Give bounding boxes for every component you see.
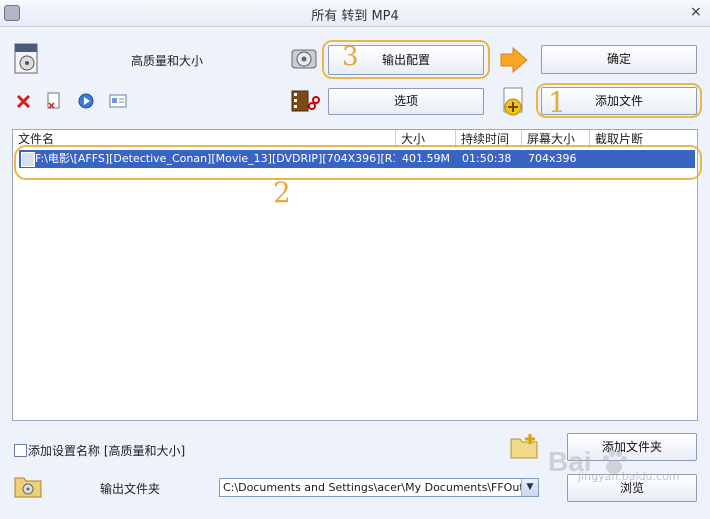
profile-label: 高质量和大小 xyxy=(131,54,204,68)
output-config-icon xyxy=(290,46,320,72)
delete-icon[interactable] xyxy=(16,93,32,109)
file-list[interactable]: 文件名 大小 持续时间 屏幕大小 截取片断 F:\电影\[AFFS][Detec… xyxy=(12,129,698,421)
column-header-filename[interactable]: 文件名 xyxy=(13,130,396,148)
chevron-down-icon[interactable]: ▼ xyxy=(521,479,538,496)
output-folder-path: C:\Documents and Settings\acer\My Docume… xyxy=(223,481,539,494)
play-icon[interactable] xyxy=(78,93,94,109)
clip-film-icon xyxy=(290,88,320,114)
ok-button[interactable]: 确定 xyxy=(541,45,697,74)
annotation-number-2: 2 xyxy=(273,176,291,209)
options-button[interactable]: 选项 xyxy=(328,88,484,115)
row-resolution: 704x396 xyxy=(528,152,577,165)
row-size: 401.59M xyxy=(402,152,450,165)
column-header-size[interactable]: 大小 xyxy=(396,130,456,148)
add-file-icon xyxy=(501,87,527,117)
add-setting-name-checkbox[interactable] xyxy=(14,444,27,457)
output-folder-select[interactable]: C:\Documents and Settings\acer\My Docume… xyxy=(219,478,539,497)
media-info-icon[interactable] xyxy=(109,94,127,108)
arrow-right-icon xyxy=(499,46,529,74)
file-type-icon xyxy=(21,152,35,167)
annotation-number-3: 3 xyxy=(342,42,359,72)
mp4-format-icon xyxy=(14,43,40,75)
row-filename: F:\电影\[AFFS][Detective_Conan][Movie_13][… xyxy=(35,152,395,165)
column-header-duration[interactable]: 持续时间 xyxy=(456,130,522,148)
add-folder-icon xyxy=(509,432,541,460)
close-icon[interactable]: × xyxy=(690,4,702,20)
remove-file-icon[interactable] xyxy=(46,92,62,110)
output-folder-label: 输出文件夹 xyxy=(100,482,161,496)
window-title: 所有 转到 MP4 xyxy=(311,9,399,24)
add-setting-name-label: 添加设置名称 [高质量和大小] xyxy=(28,444,186,458)
output-folder-icon xyxy=(14,474,42,498)
annotation-number-1: 1 xyxy=(548,86,566,119)
table-row[interactable]: F:\电影\[AFFS][Detective_Conan][Movie_13][… xyxy=(19,150,695,168)
row-duration: 01:50:38 xyxy=(462,152,512,165)
watermark-site: jingyan.baidu.com xyxy=(578,470,680,483)
column-header-clip[interactable]: 截取片断 xyxy=(590,130,697,148)
column-header-resolution[interactable]: 屏幕大小 xyxy=(522,130,590,148)
